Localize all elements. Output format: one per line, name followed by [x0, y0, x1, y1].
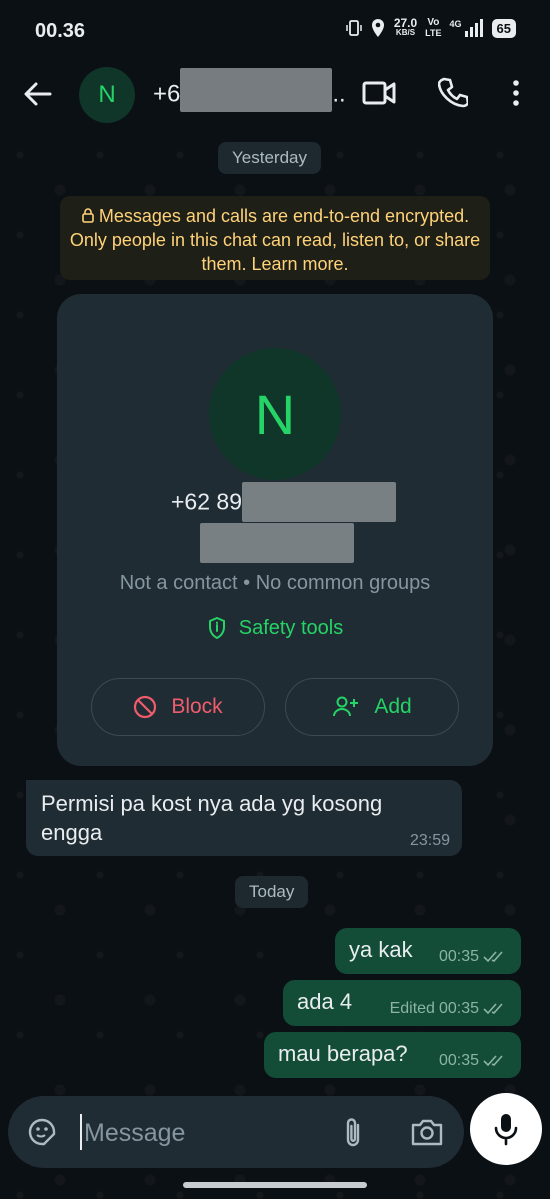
microphone-icon	[494, 1114, 518, 1146]
block-icon	[134, 695, 157, 719]
contact-name[interactable]: +6..	[153, 68, 346, 112]
video-camera-icon	[362, 81, 396, 105]
network-type: 4G	[449, 19, 462, 29]
message-composer	[8, 1096, 464, 1168]
voice-message-button[interactable]	[470, 1093, 542, 1165]
incoming-message[interactable]: Permisi pa kost nya ada yg kosong engga …	[26, 780, 462, 856]
contact-avatar[interactable]: N	[79, 67, 135, 123]
encryption-notice-text: Messages and calls are end-to-end encryp…	[69, 206, 481, 274]
attach-button[interactable]	[338, 1116, 368, 1150]
outgoing-message[interactable]: ya kak 00:35	[335, 928, 521, 974]
double-check-icon	[483, 1055, 503, 1067]
incoming-message-text: Permisi pa kost nya ada yg kosong engga	[41, 791, 383, 845]
voice-call-button[interactable]	[437, 76, 470, 108]
signal-indicator: 4G	[450, 19, 484, 37]
status-time: 00.36	[35, 20, 86, 42]
block-label: Block	[171, 695, 223, 718]
network-speed: 27.0 KB/S	[393, 16, 418, 38]
outgoing-message-text: mau berapa?	[278, 1041, 408, 1066]
lock-icon	[82, 208, 94, 223]
date-chip-today: Today	[235, 876, 309, 908]
speed-unit: KB/S	[395, 28, 416, 37]
status-icons: 27.0 KB/S Vo LTE 4G 65	[346, 16, 516, 39]
outgoing-message-text: ya kak	[349, 937, 413, 962]
double-check-icon	[483, 1003, 503, 1015]
contact-number-prefix: +6	[153, 80, 181, 108]
sticker-icon	[28, 1118, 56, 1146]
safety-tools-link[interactable]: Safety tools	[57, 616, 493, 640]
redacted-number	[242, 482, 396, 522]
battery-indicator: 65	[491, 18, 516, 38]
card-avatar: N	[209, 348, 341, 480]
video-call-button[interactable]	[362, 78, 396, 108]
volte-top: Vo	[427, 17, 440, 28]
message-input[interactable]	[82, 1110, 326, 1156]
card-number-prefix: +62 89	[171, 488, 242, 515]
date-chip-yesterday: Yesterday	[218, 142, 321, 174]
paperclip-icon	[346, 1118, 360, 1147]
chat-header: N +6..	[0, 62, 550, 134]
status-bar: 00.36 27.0 KB/S Vo LTE 4G 65	[0, 0, 550, 62]
block-button[interactable]: Block	[91, 678, 265, 736]
edited-label: Edited	[389, 1000, 435, 1017]
outgoing-message-meta: 00:35	[439, 1052, 509, 1070]
outgoing-message[interactable]: mau berapa? 00:35	[264, 1032, 521, 1078]
vibrate-icon	[346, 20, 362, 36]
location-icon	[371, 19, 384, 37]
message-time: 00:35	[438, 948, 479, 965]
outgoing-message-meta: Edited 00:35	[390, 1000, 509, 1018]
add-label: Add	[374, 695, 412, 718]
more-vertical-icon	[513, 80, 519, 106]
shield-icon	[208, 616, 225, 640]
speed-value: 27.0	[393, 16, 418, 30]
add-contact-button[interactable]: Add	[285, 678, 459, 736]
camera-icon	[411, 1119, 443, 1146]
incoming-message-time: 23:59	[409, 832, 450, 849]
safety-tools-label: Safety tools	[238, 616, 344, 639]
message-time: 00:35	[438, 1052, 479, 1069]
volte-indicator: Vo LTE	[425, 17, 442, 39]
home-indicator[interactable]	[183, 1182, 367, 1188]
contact-info-card: N +62 89 Not a contact • No common group…	[57, 294, 493, 766]
volte-bottom: LTE	[425, 28, 442, 38]
sticker-button[interactable]	[26, 1116, 58, 1148]
outgoing-message-text: ada 4	[297, 989, 353, 1014]
card-phone-number: +62 89	[171, 482, 396, 522]
encryption-notice[interactable]: Messages and calls are end-to-end encryp…	[60, 196, 490, 280]
contact-ellipsis: ..	[332, 80, 346, 108]
back-button[interactable]	[20, 76, 56, 112]
outgoing-message[interactable]: ada 4 Edited 00:35	[283, 980, 521, 1026]
redacted-number	[180, 68, 333, 112]
message-time: 00:35	[438, 1000, 479, 1017]
redacted-name	[200, 523, 354, 563]
more-options-button[interactable]	[505, 77, 527, 109]
outgoing-message-meta: 00:35	[439, 948, 509, 966]
camera-button[interactable]	[410, 1116, 444, 1148]
add-person-icon	[333, 696, 359, 717]
double-check-icon	[483, 951, 503, 963]
card-subtitle: Not a contact • No common groups	[119, 572, 431, 594]
phone-icon	[437, 77, 470, 108]
arrow-left-icon	[24, 82, 52, 106]
signal-icon	[464, 19, 483, 37]
